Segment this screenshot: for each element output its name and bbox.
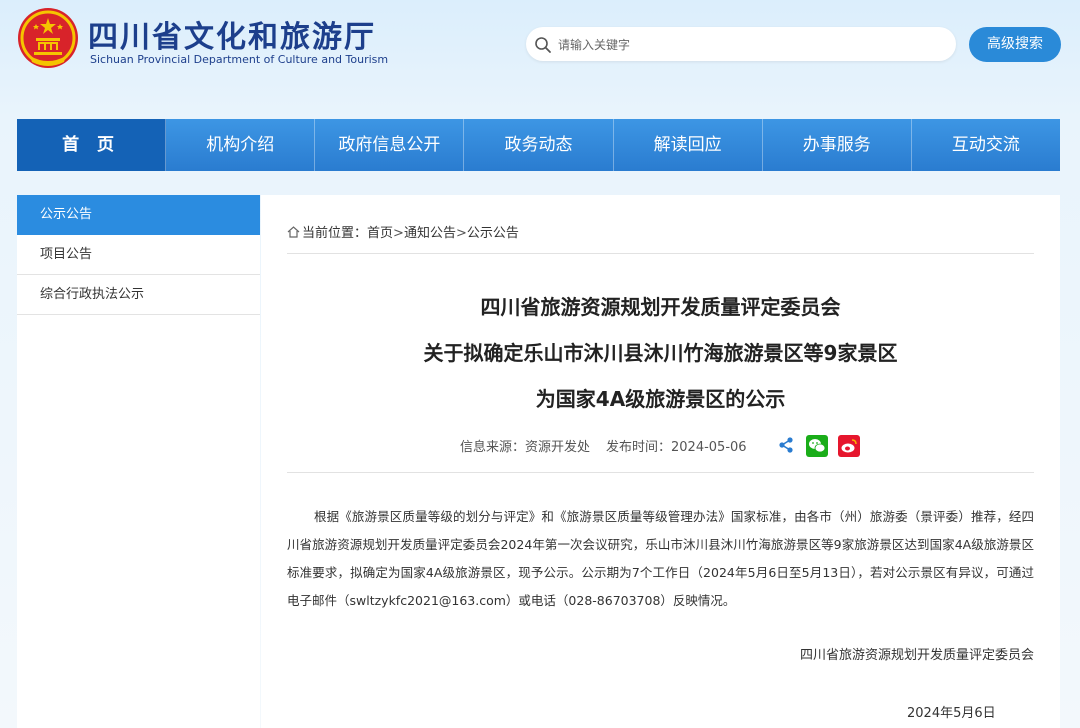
- article-panel: 当前位置：首页>通知公告>公示公告 四川省旅游资源规划开发质量评定委员会 关于拟…: [261, 195, 1060, 728]
- breadcrumb-separator: >: [455, 226, 467, 241]
- article-body: 根据《旅游景区质量等级的划分与评定》和《旅游景区质量等级管理办法》国家标准，由各…: [287, 509, 1034, 608]
- divider: [287, 472, 1034, 473]
- nav-item-interpretation[interactable]: 解读回应: [614, 119, 763, 171]
- search-icon[interactable]: [534, 36, 552, 54]
- article-source: 信息来源：资源开发处: [460, 440, 591, 455]
- nav-item-news[interactable]: 政务动态: [464, 119, 614, 171]
- advanced-search-button[interactable]: 高级搜索: [969, 27, 1061, 62]
- sidebar-item-public-notice[interactable]: 公示公告: [17, 195, 260, 235]
- home-icon: [287, 226, 300, 238]
- search-input[interactable]: [556, 30, 950, 60]
- divider: [287, 253, 1034, 254]
- site-subtitle: Sichuan Provincial Department of Culture…: [90, 53, 389, 66]
- weibo-icon[interactable]: [838, 435, 860, 457]
- article-publish-time: 发布时间：2024-05-06: [606, 440, 747, 455]
- wechat-icon[interactable]: [806, 435, 828, 457]
- article-meta: 信息来源：资源开发处 发布时间：2024-05-06: [460, 436, 747, 455]
- nav-item-home[interactable]: 首 页: [17, 119, 167, 171]
- main-nav: 首 页 机构介绍 政府信息公开 政务动态 解读回应 办事服务 互动交流: [17, 119, 1060, 171]
- sidebar-item-project-notice[interactable]: 项目公告: [17, 235, 260, 275]
- article-title-line-3: 为国家4A级旅游景区的公示: [535, 387, 786, 411]
- sidebar: 公示公告 项目公告 综合行政执法公示: [17, 195, 260, 728]
- nav-item-interaction[interactable]: 互动交流: [912, 119, 1060, 171]
- breadcrumb-separator: >: [393, 226, 404, 241]
- breadcrumb-label: 当前位置：: [302, 226, 368, 241]
- national-emblem-icon: [18, 8, 78, 68]
- nav-item-services[interactable]: 办事服务: [763, 119, 912, 171]
- sidebar-item-law-enforcement[interactable]: 综合行政执法公示: [17, 275, 260, 315]
- share-icon[interactable]: [777, 436, 795, 454]
- site-header: 四川省文化和旅游厅 Sichuan Provincial Department …: [0, 0, 1080, 100]
- article-title-line-1: 四川省旅游资源规划开发质量评定委员会: [480, 295, 841, 319]
- breadcrumb: 当前位置：首页>通知公告>公示公告: [287, 222, 519, 241]
- breadcrumb-home[interactable]: 首页: [367, 226, 393, 241]
- article-title-line-2: 关于拟确定乐山市沐川县沐川竹海旅游景区等9家景区: [423, 341, 898, 365]
- breadcrumb-public-notice[interactable]: 公示公告: [467, 226, 519, 241]
- breadcrumb-notices[interactable]: 通知公告: [404, 226, 456, 241]
- signature-date: 2024年5月6日: [907, 706, 996, 721]
- nav-item-gov-info[interactable]: 政府信息公开: [315, 119, 465, 171]
- site-title: 四川省文化和旅游厅: [88, 20, 376, 55]
- signature-org: 四川省旅游资源规划开发质量评定委员会: [799, 648, 1034, 663]
- nav-item-organization[interactable]: 机构介绍: [166, 119, 316, 171]
